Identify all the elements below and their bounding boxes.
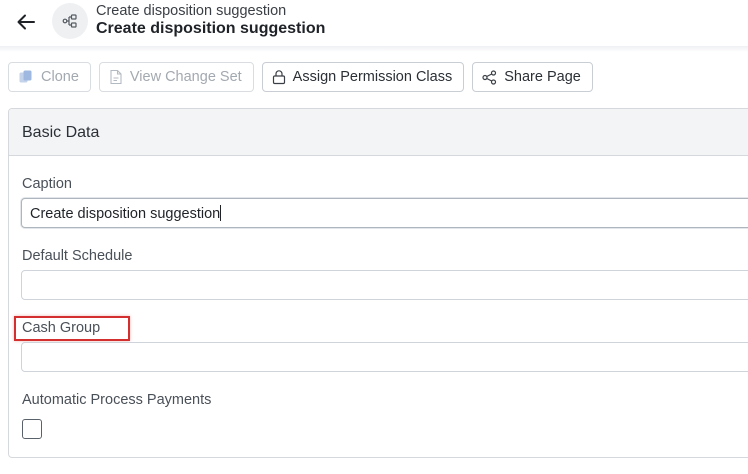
- automatic-process-payments-label: Automatic Process Payments: [22, 392, 212, 408]
- page-title: Create disposition suggestion: [96, 20, 326, 37]
- panel-title: Basic Data: [9, 109, 748, 156]
- default-schedule-input[interactable]: [21, 270, 748, 300]
- page-header: Create disposition suggestion Create dis…: [0, 0, 748, 46]
- caption-input[interactable]: Create disposition suggestion: [21, 198, 748, 228]
- basic-data-panel: Basic Data Caption Create disposition su…: [8, 108, 748, 458]
- share-icon: [482, 69, 497, 85]
- assign-permission-class-button[interactable]: Assign Permission Class: [261, 62, 465, 92]
- clone-button-label: Clone: [41, 69, 79, 85]
- cash-group-label: Cash Group: [22, 320, 101, 336]
- caption-value: Create disposition suggestion: [30, 206, 221, 222]
- view-change-set-label: View Change Set: [129, 69, 242, 85]
- cash-group-input[interactable]: [21, 342, 748, 372]
- copy-icon: [19, 70, 32, 83]
- share-page-label: Share Page: [504, 69, 581, 85]
- app-icon: [52, 3, 88, 39]
- toolbar: Clone View Change Set Assign Permission …: [8, 62, 593, 92]
- default-schedule-label: Default Schedule: [22, 248, 133, 264]
- workflow-icon: [62, 14, 77, 28]
- clone-button[interactable]: Clone: [8, 62, 91, 92]
- header-divider: [0, 46, 748, 52]
- page-subtitle: Create disposition suggestion: [96, 3, 287, 19]
- arrow-left-icon: [17, 14, 35, 30]
- text-cursor: [220, 205, 222, 221]
- assign-permission-class-label: Assign Permission Class: [292, 69, 453, 85]
- share-page-button[interactable]: Share Page: [472, 62, 593, 92]
- view-change-set-button[interactable]: View Change Set: [98, 62, 254, 92]
- automatic-process-payments-checkbox[interactable]: [22, 419, 42, 439]
- lock-icon: [272, 70, 285, 85]
- caption-label: Caption: [22, 176, 72, 192]
- back-button[interactable]: [12, 8, 40, 36]
- document-icon: [110, 69, 122, 85]
